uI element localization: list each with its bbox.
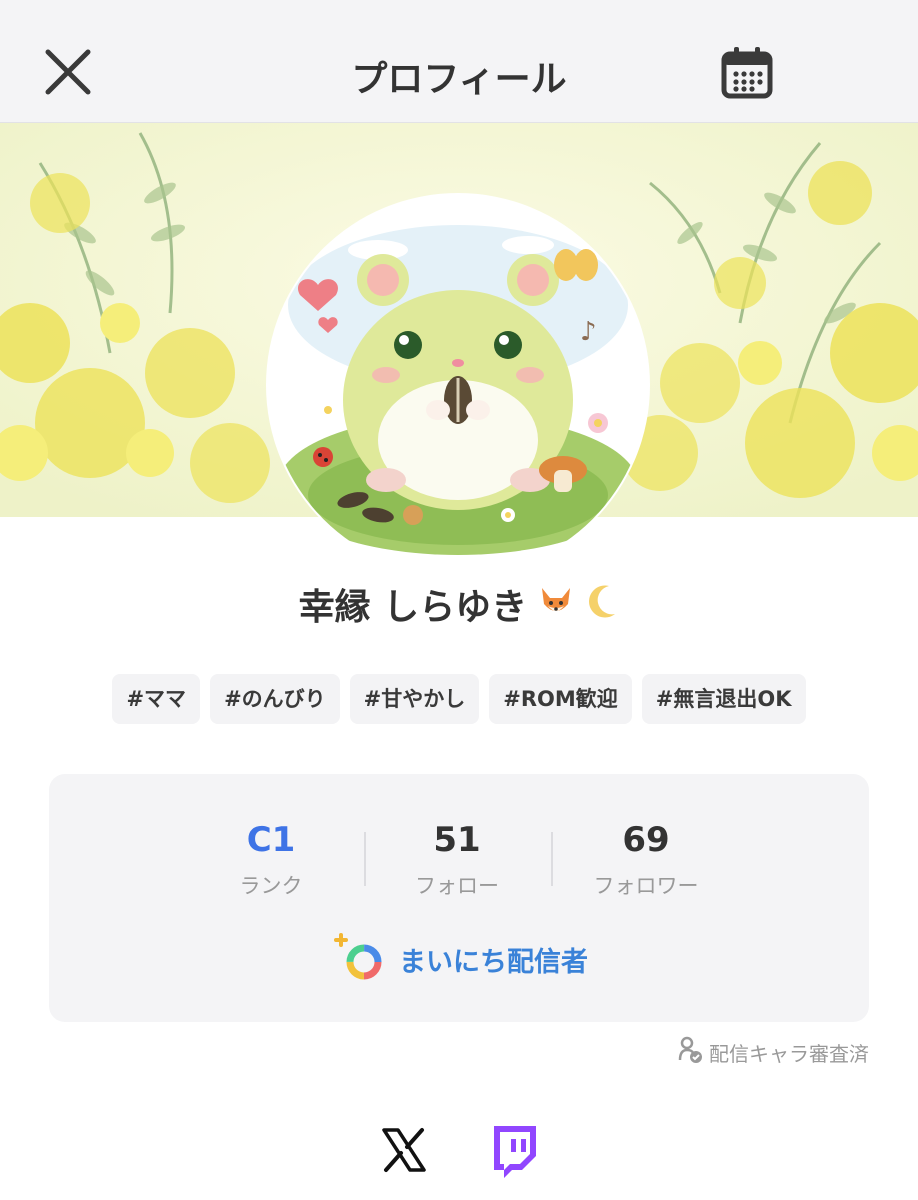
daily-streamer-badge[interactable]: まいにち配信者 <box>49 930 869 988</box>
profile-name-row: 幸縁 しらゆき <box>0 578 918 630</box>
crescent-moon-icon <box>585 584 619 624</box>
calendar-button[interactable] <box>718 44 776 102</box>
followers-count: 69 <box>622 820 670 860</box>
verified-character-note: 配信キャラ審査済 <box>677 1036 869 1069</box>
fox-face-icon <box>538 584 574 624</box>
top-bar: プロフィール <box>0 0 918 123</box>
follow-count: 51 <box>433 820 481 860</box>
x-logo-icon <box>382 1128 426 1172</box>
profile-name: 幸縁 しらゆき <box>298 587 528 628</box>
svg-text:♪: ♪ <box>580 317 597 347</box>
follow-label: フォロー <box>415 874 499 898</box>
tag-list: #ママ #のんびり #甘やかし #ROM歓迎 #無言退出OK <box>0 674 918 724</box>
tag-chip[interactable]: #甘やかし <box>349 674 480 724</box>
twitch-logo-icon <box>494 1126 536 1178</box>
calendar-icon <box>721 47 773 99</box>
x-link[interactable] <box>380 1126 428 1174</box>
tag-chip[interactable]: #無言退出OK <box>641 674 806 724</box>
followers-label: フォロワー <box>593 874 699 898</box>
tag-chip[interactable]: #ROM歓迎 <box>489 674 632 724</box>
rainbow-ring-plus-icon <box>330 930 388 988</box>
followers-stat[interactable]: 69 フォロワー <box>546 820 746 900</box>
rank-value: C1 <box>246 820 296 860</box>
follow-stat[interactable]: 51 フォロー <box>357 820 557 900</box>
daily-streamer-label: まいにち配信者 <box>399 946 589 978</box>
twitch-link[interactable] <box>488 1124 538 1180</box>
verified-label: 配信キャラ審査済 <box>709 1042 869 1066</box>
rank-label: ランク <box>239 874 303 898</box>
page-title: プロフィール <box>351 59 567 100</box>
tag-chip[interactable]: #ママ <box>112 674 201 724</box>
rank-stat[interactable]: C1 ランク <box>171 820 371 900</box>
avatar[interactable]: ♪ <box>268 195 648 575</box>
stats-card: C1 ランク 51 フォロー 69 フォロワー まいにち配信者 <box>49 774 869 1022</box>
character-check-icon <box>677 1036 703 1069</box>
tag-chip[interactable]: #のんびり <box>210 674 340 724</box>
hamster-illustration: ♪ <box>268 195 648 575</box>
